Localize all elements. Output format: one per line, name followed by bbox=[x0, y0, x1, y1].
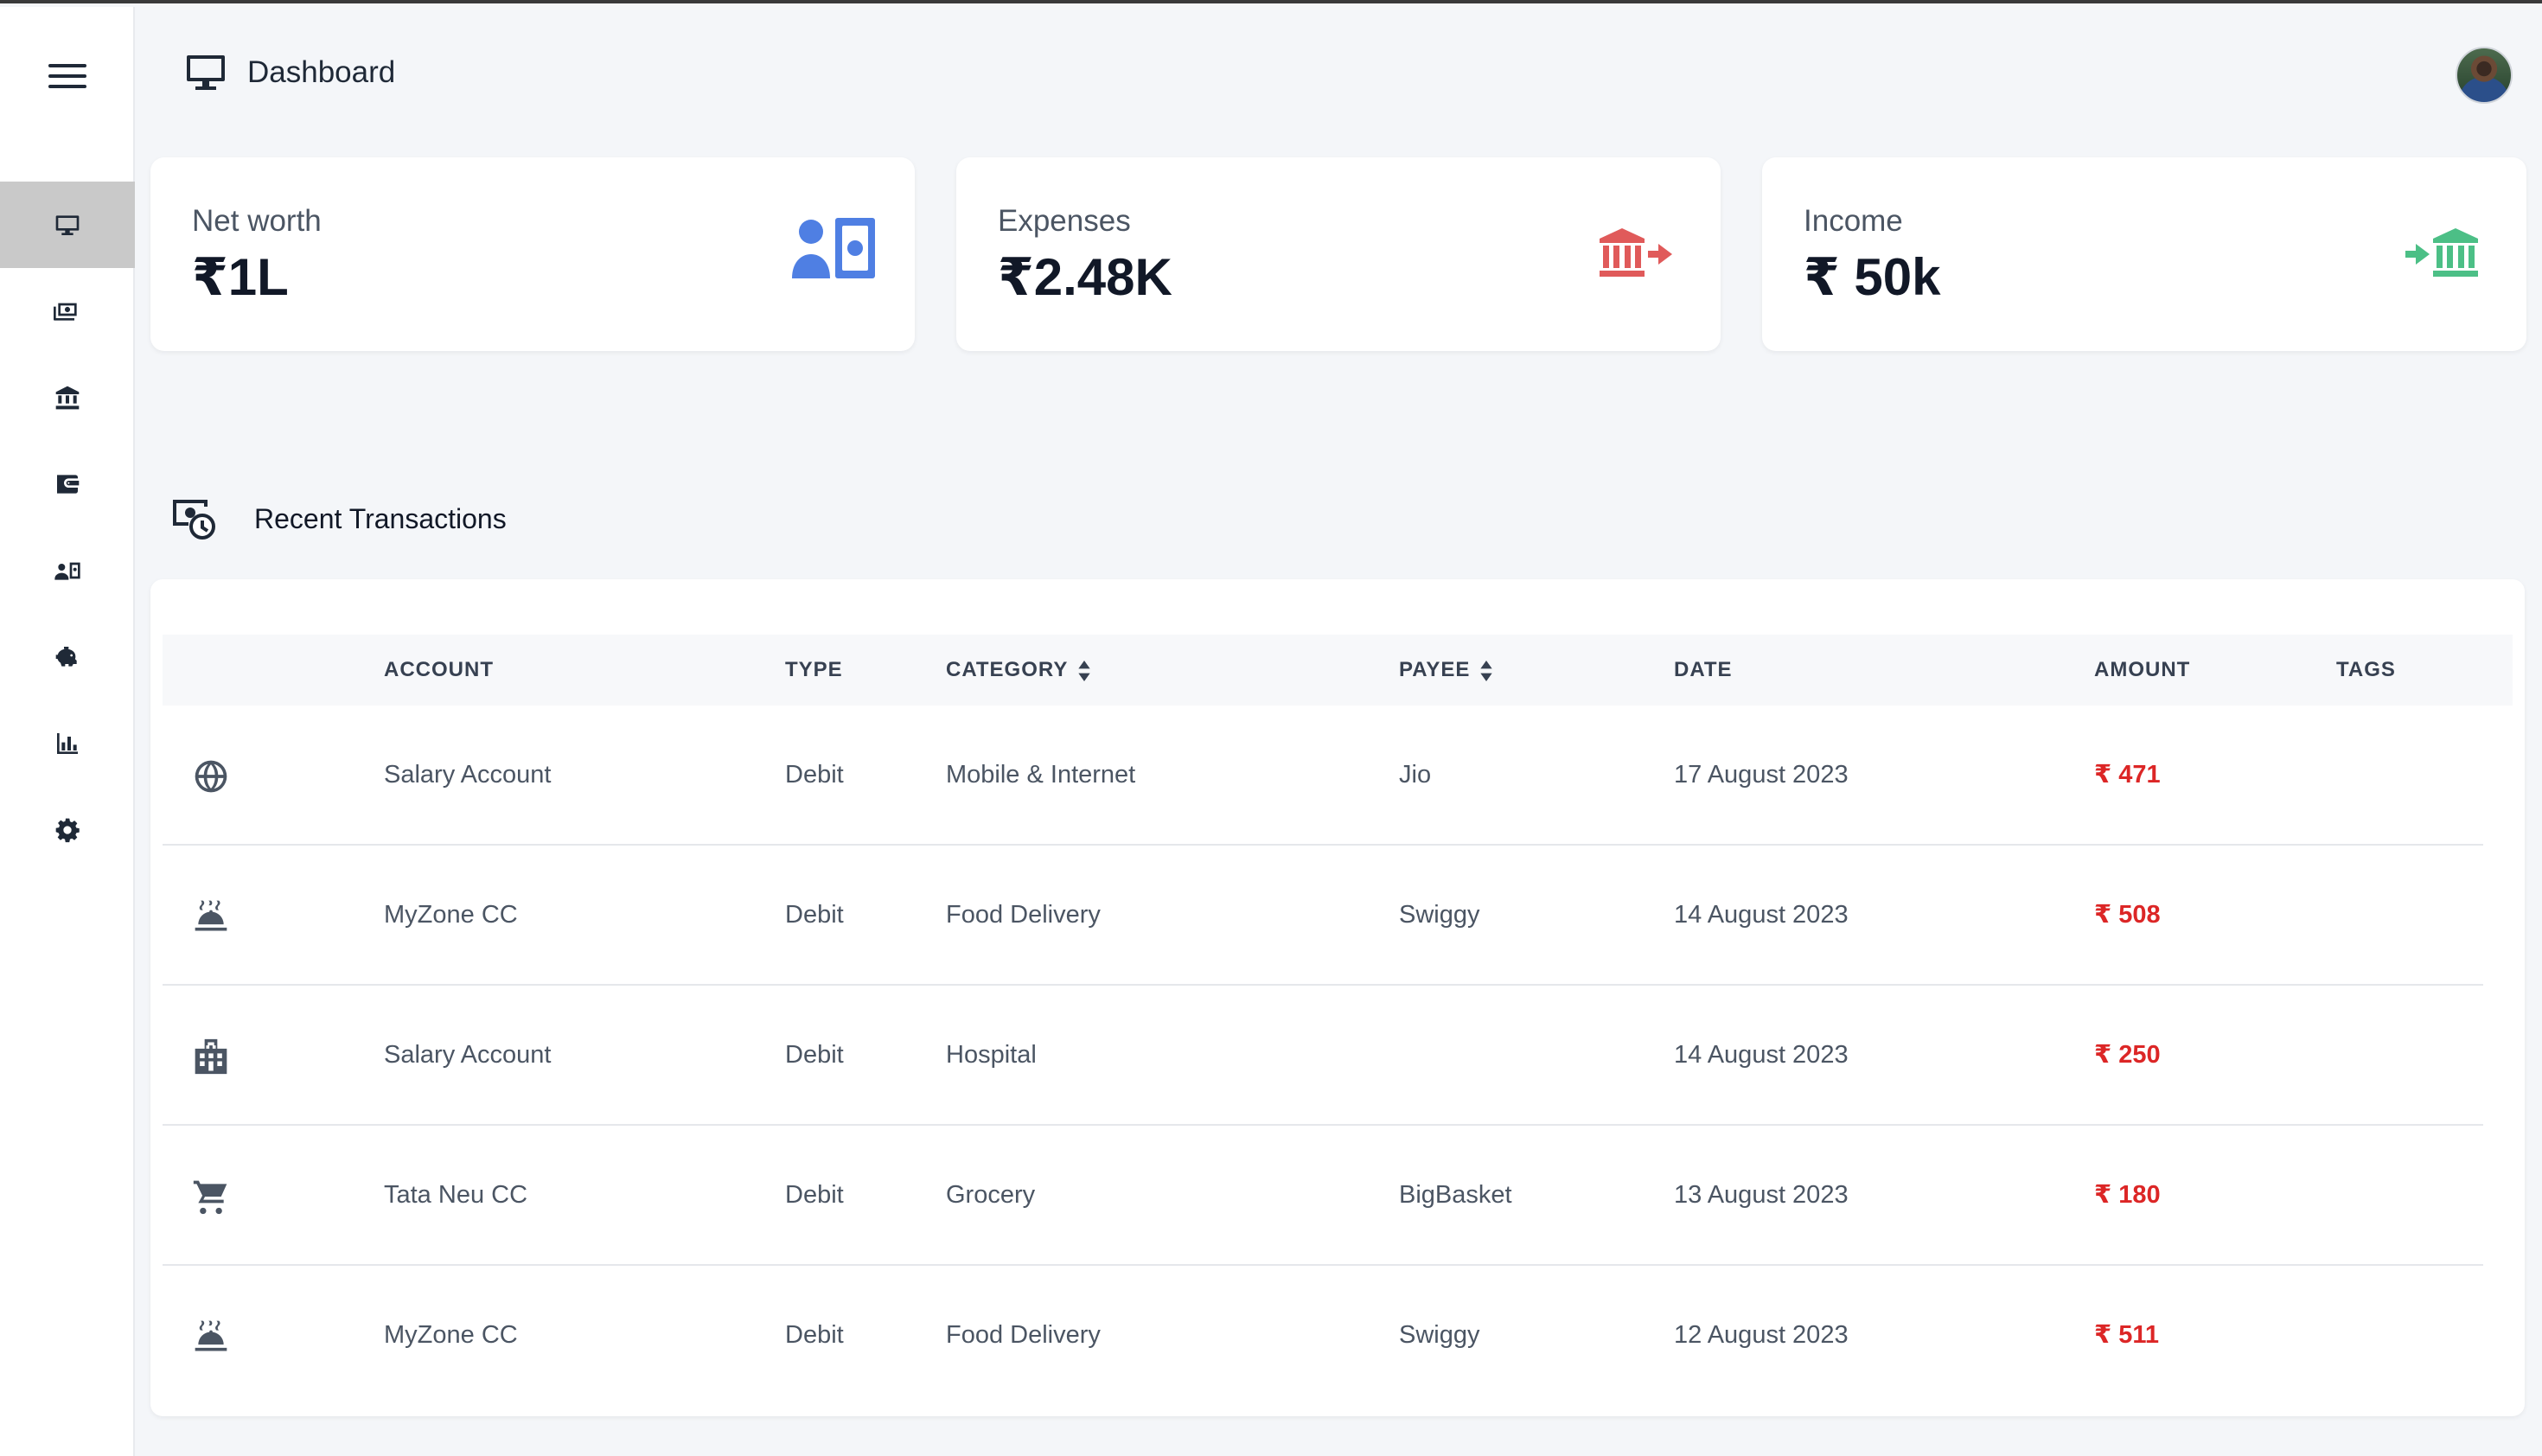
card-value: ₹1L bbox=[192, 248, 289, 306]
cell-amount: ₹ 250 bbox=[2094, 1041, 2161, 1069]
expenses-card[interactable]: Expenses ₹2.48K bbox=[956, 157, 1721, 351]
cell-date: 14 August 2023 bbox=[1674, 901, 1849, 929]
column-header-amount: AMOUNT bbox=[2094, 658, 2191, 681]
menu-toggle-button[interactable] bbox=[48, 64, 86, 90]
cell-date: 14 August 2023 bbox=[1674, 1041, 1849, 1069]
monitor-icon bbox=[55, 215, 80, 235]
hamburger-bar bbox=[48, 85, 86, 88]
monitor-icon bbox=[187, 55, 225, 90]
bank-inflow-icon bbox=[2405, 228, 2478, 277]
food-delivery-icon bbox=[192, 1318, 230, 1356]
sidebar-item-reports[interactable] bbox=[0, 700, 135, 787]
cart-icon bbox=[192, 1178, 230, 1216]
card-value: ₹2.48K bbox=[998, 248, 1172, 306]
cell-type: Debit bbox=[785, 1321, 844, 1349]
cell-type: Debit bbox=[785, 1181, 844, 1209]
net-worth-card[interactable]: Net worth ₹1L bbox=[150, 157, 915, 351]
bank-outflow-icon bbox=[1600, 228, 1672, 277]
avatar[interactable] bbox=[2456, 47, 2513, 104]
person-money-icon bbox=[792, 218, 875, 278]
column-header-tags: TAGS bbox=[2336, 658, 2396, 681]
column-header-type: TYPE bbox=[785, 658, 843, 681]
globe-icon bbox=[192, 757, 230, 795]
bank-icon bbox=[55, 386, 80, 410]
cell-account: Salary Account bbox=[384, 1041, 552, 1069]
cell-amount: ₹ 471 bbox=[2094, 761, 2161, 789]
card-label: Net worth bbox=[192, 204, 322, 238]
column-header-date: DATE bbox=[1674, 658, 1733, 681]
cell-payee: BigBasket bbox=[1399, 1181, 1512, 1209]
income-card[interactable]: Income ₹ 50k bbox=[1762, 157, 2526, 351]
cell-category: Mobile & Internet bbox=[946, 761, 1136, 789]
person-card-icon bbox=[54, 562, 80, 580]
hospital-icon bbox=[192, 1038, 230, 1076]
cell-account: Salary Account bbox=[384, 761, 552, 789]
sidebar bbox=[0, 7, 135, 1456]
food-delivery-icon bbox=[192, 897, 230, 936]
cell-amount: ₹ 511 bbox=[2094, 1321, 2160, 1349]
sort-icon[interactable] bbox=[1480, 660, 1493, 681]
sort-icon[interactable] bbox=[1078, 660, 1091, 681]
cell-category: Food Delivery bbox=[946, 1321, 1101, 1349]
recent-transactions-icon-wrap bbox=[171, 496, 216, 544]
column-header-category[interactable]: CATEGORY bbox=[946, 635, 1091, 706]
bar-chart-icon bbox=[57, 733, 78, 754]
hamburger-bar bbox=[48, 64, 86, 67]
cell-account: MyZone CC bbox=[384, 1321, 518, 1349]
card-label: Income bbox=[1804, 204, 1903, 238]
column-header-label: PAYEE bbox=[1399, 658, 1471, 681]
cell-type: Debit bbox=[785, 901, 844, 929]
cell-account: Tata Neu CC bbox=[384, 1181, 528, 1209]
card-label: Expenses bbox=[998, 204, 1131, 238]
table-row[interactable]: Salary Account Debit Mobile & Internet J… bbox=[163, 706, 2483, 846]
money-history-icon bbox=[173, 500, 215, 540]
cell-date: 13 August 2023 bbox=[1674, 1181, 1849, 1209]
transactions-table: ACCOUNT TYPE CATEGORY PAYEE DATE AMOUNT … bbox=[150, 579, 2525, 1416]
cell-category: Food Delivery bbox=[946, 901, 1101, 929]
cell-type: Debit bbox=[785, 761, 844, 789]
card-value: ₹ 50k bbox=[1804, 248, 1941, 306]
cell-payee: Swiggy bbox=[1399, 1321, 1480, 1349]
hamburger-bar bbox=[48, 74, 86, 78]
money-icon bbox=[54, 303, 77, 321]
cell-payee: Jio bbox=[1399, 761, 1432, 789]
column-header-label: CATEGORY bbox=[946, 658, 1069, 681]
sidebar-item-accounts[interactable] bbox=[0, 354, 135, 441]
piggy-bank-icon bbox=[55, 647, 77, 667]
column-header-account: ACCOUNT bbox=[384, 658, 494, 681]
page-title: Dashboard bbox=[247, 55, 396, 89]
table-row[interactable]: Salary Account Debit Hospital 14 August … bbox=[163, 986, 2483, 1126]
sidebar-item-transactions[interactable] bbox=[0, 268, 135, 354]
section-title: Recent Transactions bbox=[254, 503, 507, 534]
table-row[interactable]: MyZone CC Debit Food Delivery Swiggy 12 … bbox=[163, 1266, 2483, 1406]
cell-type: Debit bbox=[785, 1041, 844, 1069]
sidebar-item-payees[interactable] bbox=[0, 527, 135, 614]
wallet-icon bbox=[57, 475, 80, 494]
cell-amount: ₹ 508 bbox=[2094, 901, 2161, 929]
table-header: ACCOUNT TYPE CATEGORY PAYEE DATE AMOUNT … bbox=[163, 635, 2513, 706]
table-row[interactable]: MyZone CC Debit Food Delivery Swiggy 14 … bbox=[163, 846, 2483, 986]
sidebar-item-wallets[interactable] bbox=[0, 441, 135, 527]
sidebar-nav bbox=[0, 182, 135, 873]
cell-account: MyZone CC bbox=[384, 901, 518, 929]
gear-icon bbox=[55, 818, 80, 843]
sidebar-item-budgets[interactable] bbox=[0, 614, 135, 700]
column-header-payee[interactable]: PAYEE bbox=[1399, 635, 1493, 706]
cell-payee: Swiggy bbox=[1399, 901, 1480, 929]
app-window: Dashboard Net worth ₹1L Expenses ₹2.48K bbox=[0, 0, 2542, 1456]
top-header: Dashboard bbox=[135, 7, 2542, 145]
cell-date: 12 August 2023 bbox=[1674, 1321, 1849, 1349]
cell-date: 17 August 2023 bbox=[1674, 761, 1849, 789]
sidebar-item-settings[interactable] bbox=[0, 787, 135, 873]
cell-amount: ₹ 180 bbox=[2094, 1181, 2161, 1209]
cell-category: Hospital bbox=[946, 1041, 1037, 1069]
cell-category: Grocery bbox=[946, 1181, 1036, 1209]
sidebar-item-dashboard[interactable] bbox=[0, 182, 135, 268]
table-row[interactable]: Tata Neu CC Debit Grocery BigBasket 13 A… bbox=[163, 1126, 2483, 1266]
